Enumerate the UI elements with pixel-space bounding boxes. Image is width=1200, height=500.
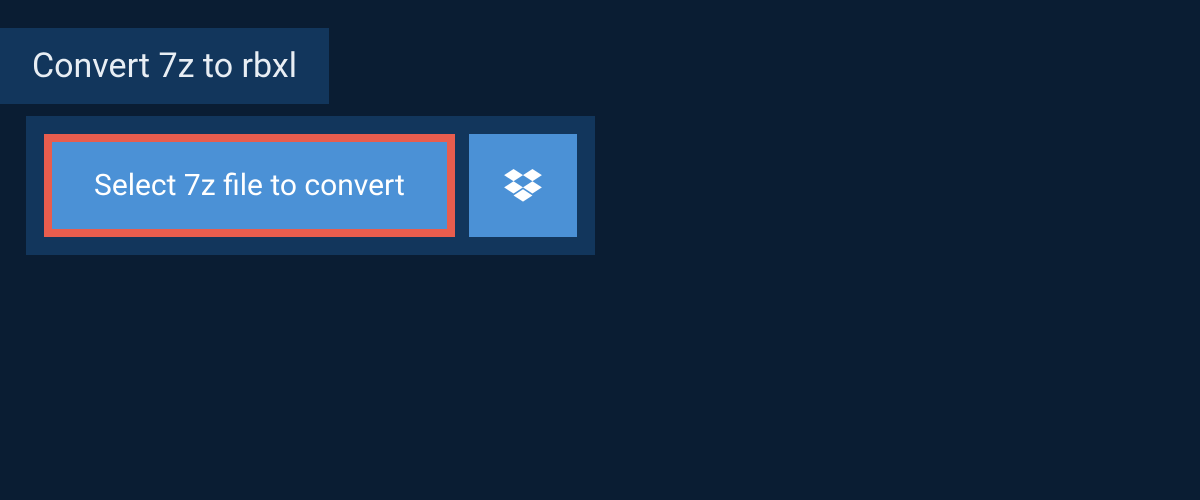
page-title: Convert 7z to rbxl (32, 46, 297, 86)
select-file-button[interactable]: Select 7z file to convert (44, 134, 455, 237)
upload-panel: Select 7z file to convert (26, 116, 595, 255)
select-file-label: Select 7z file to convert (94, 168, 405, 203)
dropbox-icon (504, 169, 542, 203)
dropbox-button[interactable] (469, 134, 577, 237)
tab-header: Convert 7z to rbxl (0, 28, 329, 104)
